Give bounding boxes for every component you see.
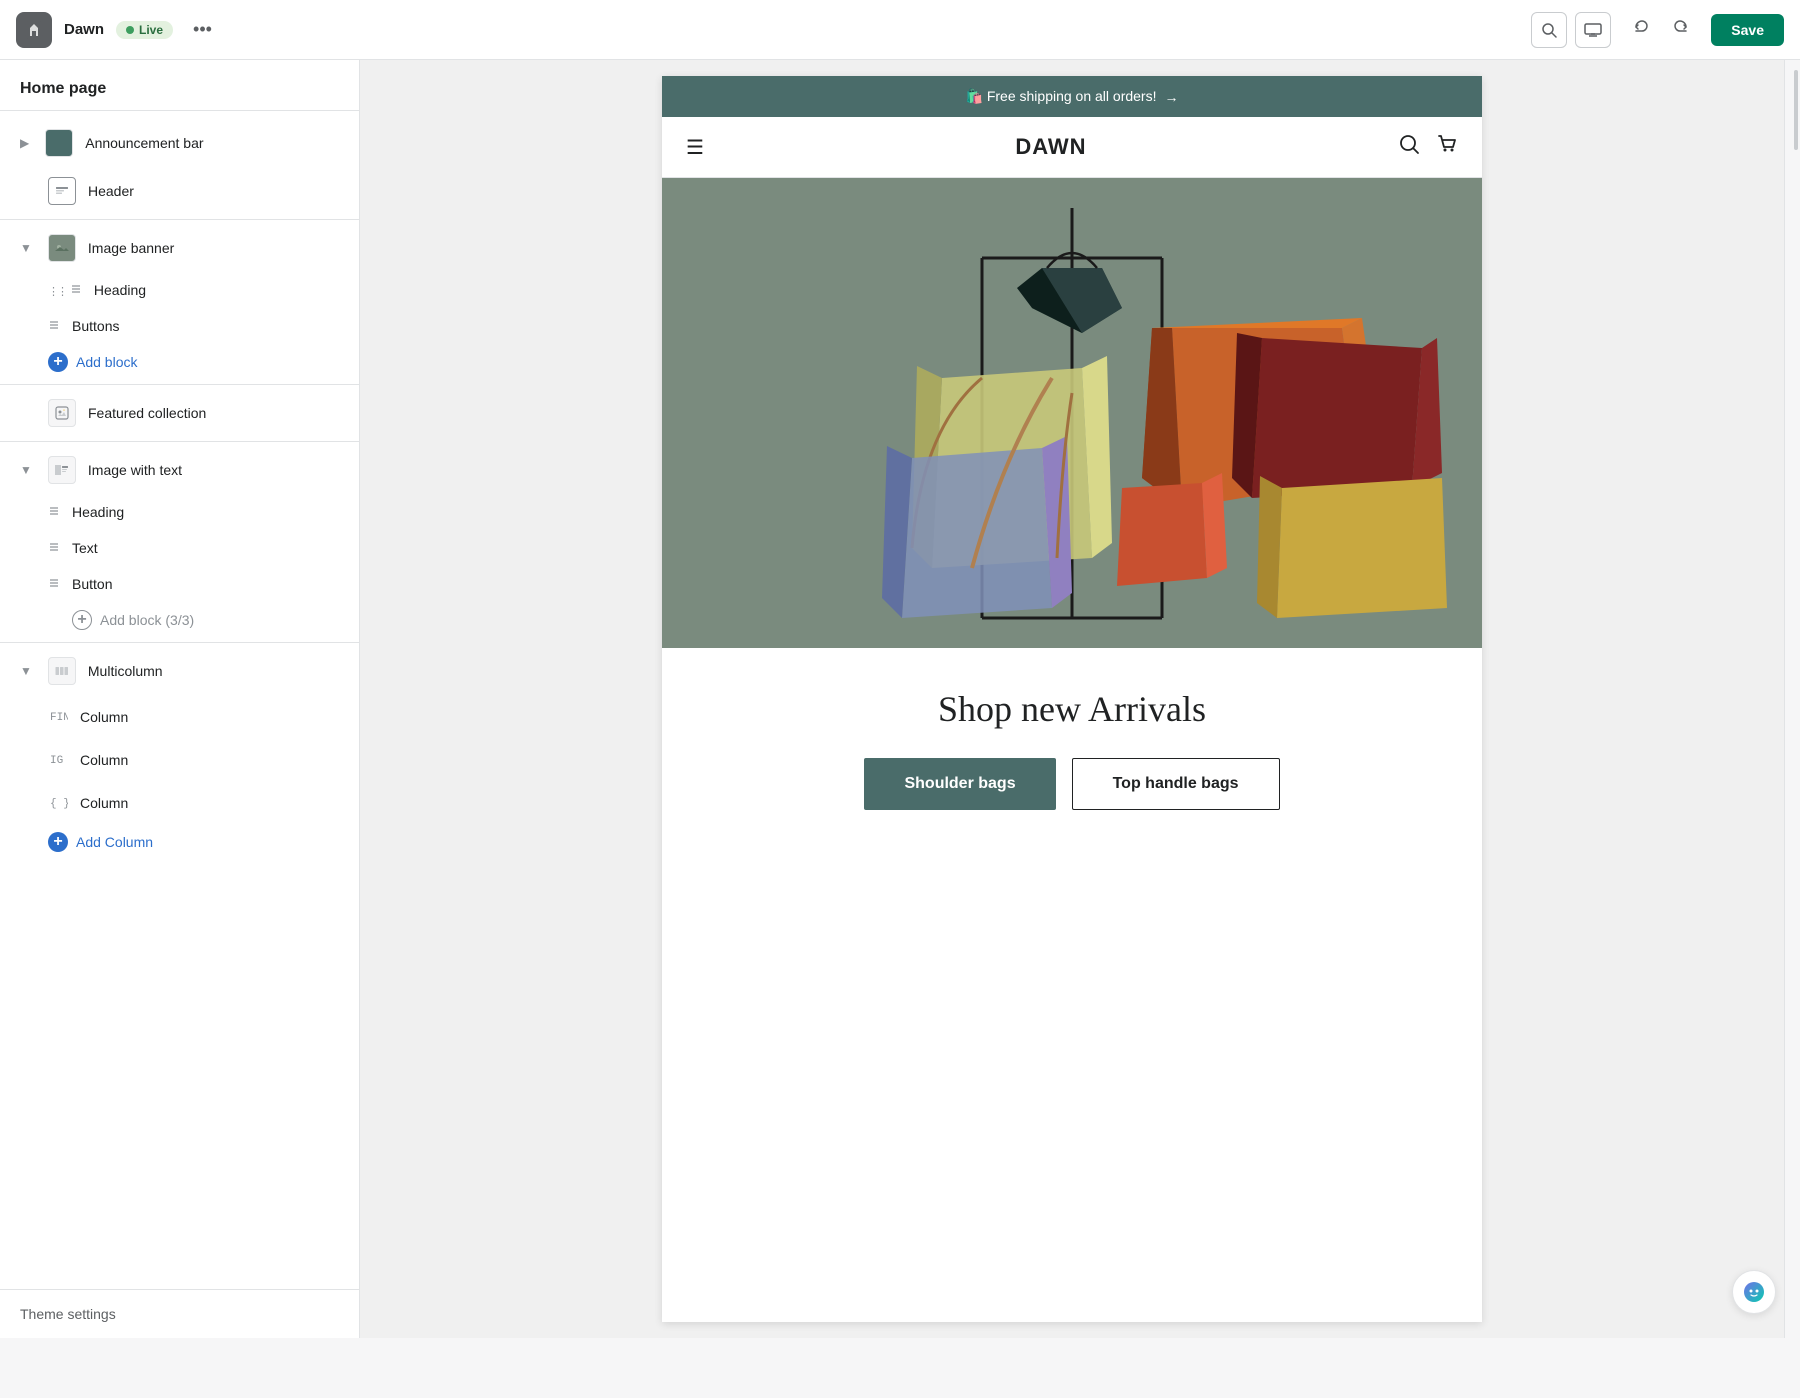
featured-collection-label: Featured collection xyxy=(88,405,206,421)
store-header-action-icons xyxy=(1398,133,1458,161)
add-circle-disabled-icon: + xyxy=(72,610,92,630)
topbar-icons xyxy=(1531,12,1611,48)
heading-2-label: Heading xyxy=(72,504,124,520)
preview-area: 🛍️ Free shipping on all orders! → ☰ DAWN xyxy=(360,60,1784,1338)
heading-label: Heading xyxy=(94,282,146,298)
chevron-down-icon: ▼ xyxy=(20,241,32,255)
svg-text:FIN: FIN xyxy=(50,712,68,724)
sidebar-item-header[interactable]: Header xyxy=(0,167,359,215)
image-banner-label: Image banner xyxy=(88,240,174,256)
chevron-right-icon: ▶ xyxy=(20,136,29,150)
store-name: Dawn xyxy=(64,21,104,38)
sidebar-item-text[interactable]: Text xyxy=(0,530,359,566)
chat-bot-button[interactable] xyxy=(1732,1270,1776,1314)
buttons-label: Buttons xyxy=(72,318,119,334)
chevron-down-icon: ▼ xyxy=(20,463,32,477)
sidebar-item-column-1[interactable]: FIN Column xyxy=(0,695,359,738)
add-column-button[interactable]: + Add Column xyxy=(0,824,359,860)
button-label: Button xyxy=(72,576,112,592)
banner-image-preview xyxy=(662,178,1482,648)
header-icon xyxy=(48,177,76,205)
sidebar-item-image-banner[interactable]: ▼ Image banner xyxy=(0,224,359,272)
shopify-logo xyxy=(16,12,52,48)
col2-icon: IG xyxy=(48,748,68,771)
sidebar-item-announcement-bar[interactable]: ▶ Announcement bar xyxy=(0,119,359,167)
sidebar-item-button[interactable]: Button xyxy=(0,566,359,602)
drag-handle-icon xyxy=(48,318,60,334)
sections-list: ▶ Announcement bar Header ▼ Image banner xyxy=(0,111,359,1289)
page-title: Home page xyxy=(0,60,359,111)
drag-handle-icon xyxy=(48,282,82,298)
column-3-label: Column xyxy=(80,795,128,811)
store-header-preview: ☰ DAWN xyxy=(662,117,1482,178)
svg-text:IG: IG xyxy=(50,755,63,767)
right-scrollbar-panel xyxy=(1784,60,1800,1338)
undo-redo-group xyxy=(1623,12,1699,48)
svg-text:{ }: { } xyxy=(50,798,68,810)
announcement-bar-icon xyxy=(45,129,73,157)
redo-button[interactable] xyxy=(1663,12,1699,48)
sidebar: Home page ▶ Announcement bar Header ▼ xyxy=(0,60,360,1338)
desktop-preview-button[interactable] xyxy=(1575,12,1611,48)
shop-buttons: Shoulder bags Top handle bags xyxy=(686,758,1458,810)
add-block-disabled-button: + Add block (3/3) xyxy=(0,602,359,638)
main-layout: Home page ▶ Announcement bar Header ▼ xyxy=(0,60,1800,1338)
add-block-label: Add block xyxy=(76,354,137,370)
top-handle-bags-button[interactable]: Top handle bags xyxy=(1072,758,1280,810)
shop-section-preview: Shop new Arrivals Shoulder bags Top hand… xyxy=(662,648,1482,840)
store-cart-icon[interactable] xyxy=(1436,133,1458,161)
add-column-circle-icon: + xyxy=(48,832,68,852)
announcement-arrow-icon: → xyxy=(1164,89,1178,105)
multicolumn-label: Multicolumn xyxy=(88,663,163,679)
topbar: Dawn Live ••• Save xyxy=(0,0,1800,60)
theme-settings-link[interactable]: Theme settings xyxy=(20,1306,339,1322)
store-search-icon[interactable] xyxy=(1398,133,1420,161)
sidebar-item-heading[interactable]: Heading xyxy=(0,272,359,308)
undo-button[interactable] xyxy=(1623,12,1659,48)
drag-handle-icon xyxy=(48,576,60,592)
shop-title: Shop new Arrivals xyxy=(686,688,1458,730)
announcement-bar-label: Announcement bar xyxy=(85,135,203,151)
add-circle-icon: + xyxy=(48,352,68,372)
col3-icon: { } xyxy=(48,791,68,814)
sidebar-item-heading-2[interactable]: Heading xyxy=(0,494,359,530)
sidebar-item-column-3[interactable]: { } Column xyxy=(0,781,359,824)
add-column-label: Add Column xyxy=(76,834,153,850)
add-block-button[interactable]: + Add block xyxy=(0,344,359,380)
multicolumn-icon xyxy=(48,657,76,685)
shoulder-bags-button[interactable]: Shoulder bags xyxy=(864,758,1055,810)
drag-handle-icon xyxy=(48,504,60,520)
column-1-label: Column xyxy=(80,709,128,725)
store-title: DAWN xyxy=(1015,134,1086,160)
col1-icon: FIN xyxy=(48,705,68,728)
scrollbar-thumb[interactable] xyxy=(1794,70,1798,150)
more-menu-button[interactable]: ••• xyxy=(185,15,220,44)
live-badge: Live xyxy=(116,21,173,39)
sidebar-item-multicolumn[interactable]: ▼ Multicolumn xyxy=(0,647,359,695)
image-with-text-label: Image with text xyxy=(88,462,182,478)
featured-collection-icon xyxy=(48,399,76,427)
announcement-text: 🛍️ Free shipping on all orders! xyxy=(966,88,1157,105)
sidebar-item-image-with-text[interactable]: ▼ Image with text xyxy=(0,446,359,494)
drag-handle-icon xyxy=(48,540,60,556)
sidebar-item-buttons[interactable]: Buttons xyxy=(0,308,359,344)
header-label: Header xyxy=(88,183,134,199)
save-button[interactable]: Save xyxy=(1711,14,1784,46)
sidebar-item-featured-collection[interactable]: Featured collection xyxy=(0,389,359,437)
add-block-disabled-label: Add block (3/3) xyxy=(100,612,194,628)
column-2-label: Column xyxy=(80,752,128,768)
hamburger-menu-icon[interactable]: ☰ xyxy=(686,135,704,160)
banner-bags-illustration xyxy=(662,178,1482,648)
sidebar-footer: Theme settings xyxy=(0,1289,359,1338)
text-label: Text xyxy=(72,540,98,556)
chevron-down-icon: ▼ xyxy=(20,664,32,678)
preview-frame: 🛍️ Free shipping on all orders! → ☰ DAWN xyxy=(662,76,1482,1322)
announcement-bar-preview: 🛍️ Free shipping on all orders! → xyxy=(662,76,1482,117)
image-with-text-icon xyxy=(48,456,76,484)
image-banner-icon xyxy=(48,234,76,262)
search-button[interactable] xyxy=(1531,12,1567,48)
sidebar-item-column-2[interactable]: IG Column xyxy=(0,738,359,781)
